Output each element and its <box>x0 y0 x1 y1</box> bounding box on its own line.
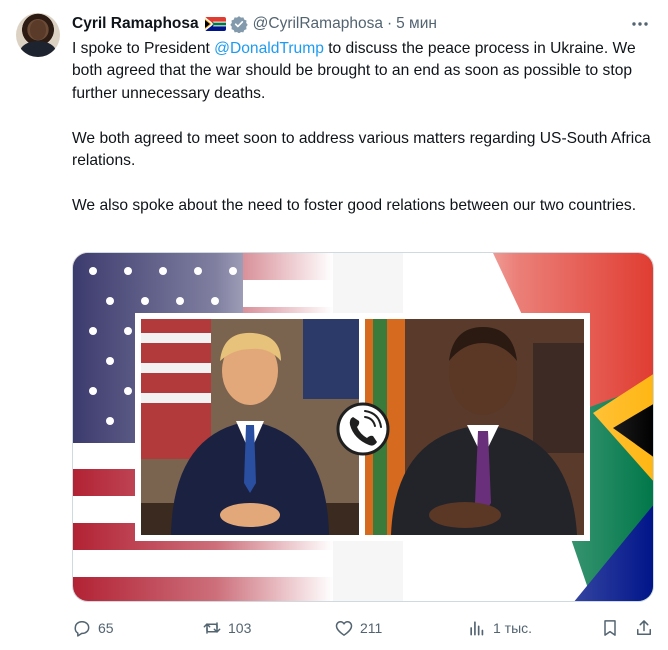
views-count: 1 тыс. <box>493 620 533 636</box>
separator-dot: · <box>386 15 393 32</box>
media-illustration <box>73 253 653 601</box>
views-button[interactable]: 1 тыс. <box>467 615 532 641</box>
share-button[interactable] <box>634 615 660 641</box>
tweet[interactable]: Cyril Ramaphosa @CyrilRamaphosa · 5 мин <box>0 0 668 650</box>
repost-count: 103 <box>228 620 252 636</box>
reply-button[interactable]: 65 <box>72 615 114 641</box>
tweet-actions: 65 103 211 1 тыс. <box>72 615 662 641</box>
reply-icon <box>74 621 90 637</box>
left-portrait-photo <box>141 319 359 535</box>
tweet-paragraph-2: We both agreed to meet soon to address v… <box>72 129 651 170</box>
verified-badge-icon <box>229 15 248 34</box>
heart-icon <box>335 621 353 636</box>
repost-icon <box>203 622 221 634</box>
mention-link[interactable]: @DonaldTrump <box>214 40 324 57</box>
text-segment: I spoke to President <box>72 40 215 57</box>
avatar[interactable] <box>16 13 60 57</box>
like-count: 211 <box>360 620 383 636</box>
tweet-time[interactable]: 5 мин <box>396 15 437 33</box>
bookmark-button[interactable] <box>600 615 626 641</box>
bookmark-icon <box>604 620 616 636</box>
tweet-paragraph-3: We also spoke about the need to foster g… <box>72 196 637 214</box>
share-icon <box>637 620 651 635</box>
tweet-header: Cyril Ramaphosa @CyrilRamaphosa · 5 мин <box>72 14 437 34</box>
repost-button[interactable]: 103 <box>202 615 251 641</box>
like-button[interactable]: 211 <box>334 615 382 641</box>
author-name[interactable]: Cyril Ramaphosa <box>72 15 199 33</box>
south-africa-flag-icon <box>204 17 226 31</box>
tweet-paragraph-1: I spoke to President @DonaldTrump to dis… <box>72 38 662 105</box>
reply-count: 65 <box>98 620 114 636</box>
author-handle[interactable]: @CyrilRamaphosa <box>253 15 383 33</box>
phone-call-icon <box>336 402 390 456</box>
more-options-icon[interactable] <box>628 14 652 34</box>
views-chart-icon <box>470 621 484 636</box>
right-portrait-photo <box>365 319 584 535</box>
tweet-image[interactable] <box>72 252 654 602</box>
tweet-text: I spoke to President @DonaldTrump to dis… <box>72 38 662 240</box>
